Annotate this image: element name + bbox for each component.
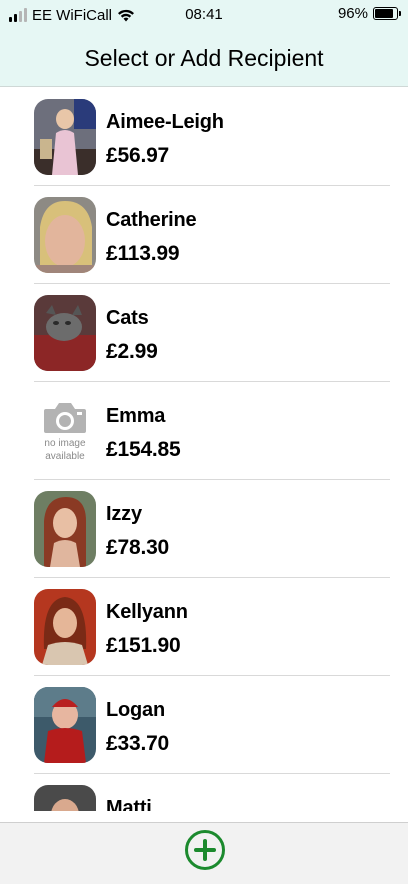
page-title: Select or Add Recipient: [84, 44, 324, 71]
avatar: [34, 491, 96, 567]
recipient-row[interactable]: Cats £2.99: [34, 283, 390, 382]
add-recipient-button[interactable]: [185, 830, 225, 870]
recipient-row[interactable]: Logan £33.70: [34, 675, 390, 774]
battery-percent: 96%: [337, 5, 368, 22]
avatar: [34, 687, 96, 763]
recipient-name: Matti: [106, 797, 152, 811]
recipient-amount: £113.99: [106, 242, 180, 265]
recipient-list[interactable]: Aimee-Leigh £56.97 Catherine £113.99 Cat…: [0, 87, 408, 811]
recipient-name: Aimee-Leigh: [106, 111, 224, 133]
recipient-name: Emma: [106, 405, 166, 427]
status-bar: EE WiFiCall 08:41 96%: [0, 0, 408, 30]
header: Select or Add Recipient: [0, 30, 408, 87]
no-image-placeholder: no image available: [34, 393, 96, 469]
avatar: [34, 295, 96, 371]
recipient-amount: £154.85: [106, 438, 181, 461]
recipient-name: Cats: [106, 307, 149, 329]
footer-toolbar: [0, 822, 408, 884]
avatar: [34, 197, 96, 273]
avatar: [34, 785, 96, 811]
recipient-name: Logan: [106, 699, 165, 721]
battery-fill: [375, 9, 394, 18]
recipient-row[interactable]: Catherine £113.99: [34, 185, 390, 284]
battery-icon: [373, 7, 401, 20]
camera-icon: [44, 403, 86, 433]
recipient-row[interactable]: no image available Emma £154.85: [34, 381, 390, 480]
recipient-amount: £33.70: [106, 732, 170, 755]
status-right: 96%: [337, 5, 401, 22]
avatar: [34, 99, 96, 175]
recipient-row[interactable]: Izzy £78.30: [34, 479, 390, 578]
recipient-amount: £2.99: [106, 340, 158, 363]
recipient-name: Kellyann: [106, 601, 188, 623]
recipient-name: Izzy: [106, 503, 142, 525]
recipient-name: Catherine: [106, 209, 197, 231]
recipient-row[interactable]: Kellyann £151.90: [34, 577, 390, 676]
avatar: [34, 589, 96, 665]
recipient-row[interactable]: Aimee-Leigh £56.97: [34, 87, 390, 186]
recipient-amount: £56.97: [106, 144, 170, 167]
recipient-row[interactable]: Matti: [34, 773, 390, 811]
no-image-text: no image available: [44, 438, 86, 462]
recipient-amount: £151.90: [106, 634, 181, 657]
recipient-amount: £78.30: [106, 536, 170, 559]
